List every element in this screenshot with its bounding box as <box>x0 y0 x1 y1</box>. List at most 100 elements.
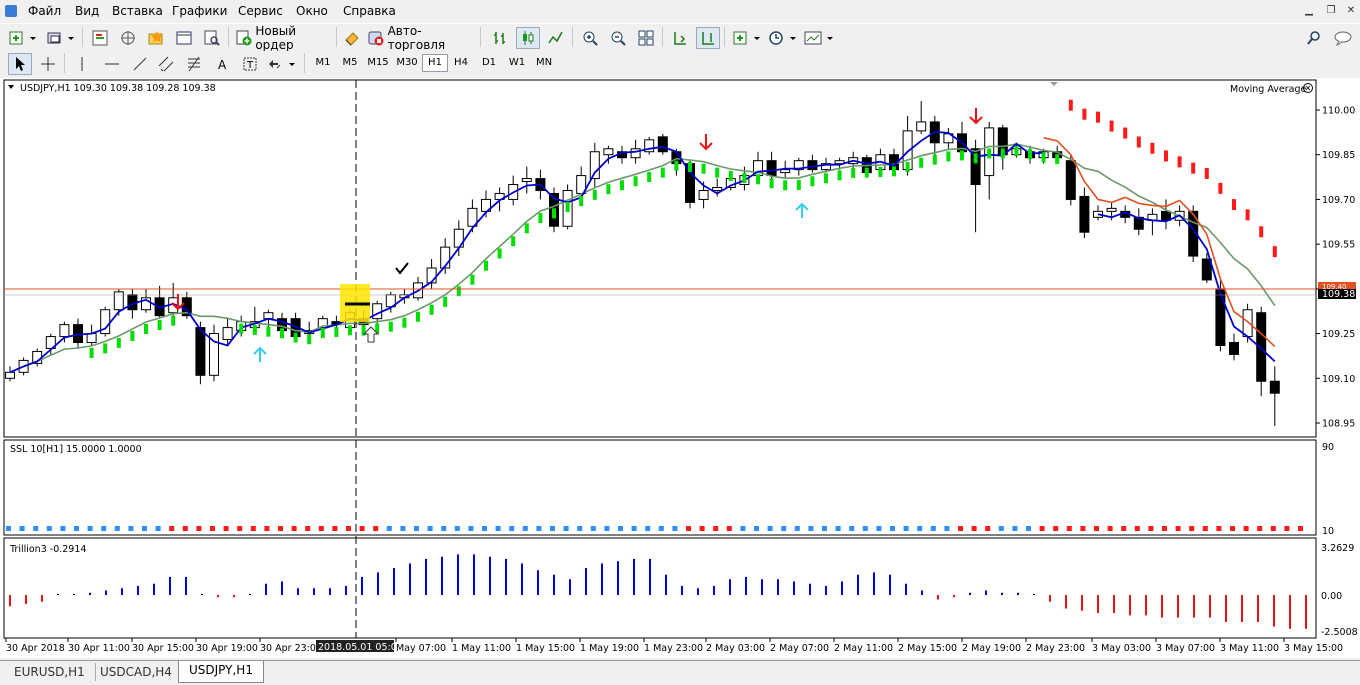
menu-window[interactable]: Окно <box>296 4 328 18</box>
stop-marker-green <box>1000 148 1005 159</box>
tab-usdcad[interactable]: USDCAD,H4 <box>90 663 183 681</box>
metaeditor-icon[interactable] <box>340 27 364 49</box>
stop-marker-red <box>1245 209 1250 221</box>
tf-w1[interactable]: W1 <box>505 54 529 72</box>
tester-icon[interactable] <box>200 27 224 49</box>
stop-marker-green <box>416 311 420 322</box>
stop-marker-red <box>1191 162 1196 174</box>
stop-marker-red <box>1082 108 1087 120</box>
horizontal-line-icon[interactable] <box>100 53 124 75</box>
line-chart-icon[interactable] <box>544 27 568 49</box>
zoom-in-icon[interactable] <box>578 27 602 49</box>
arrows-button[interactable] <box>264 53 300 75</box>
ssl-dot <box>237 526 243 531</box>
ssl-dot <box>1080 526 1086 531</box>
ssl-dot <box>781 526 787 531</box>
stop-marker-green <box>565 202 570 213</box>
close-icon[interactable]: ✕ <box>1344 4 1358 17</box>
autoscroll-icon[interactable] <box>668 27 692 49</box>
menu-file[interactable]: Файл <box>28 4 61 18</box>
ssl-dot <box>740 526 746 531</box>
app-icon[interactable] <box>5 5 17 17</box>
tile-windows-icon[interactable] <box>634 27 658 49</box>
tf-mn[interactable]: MN <box>532 54 556 72</box>
ssl-dot <box>386 526 392 531</box>
fibonacci-icon[interactable] <box>182 53 206 75</box>
ssl-dot <box>1162 526 1167 531</box>
time-label: 30 Apr 2018 <box>6 643 65 654</box>
menu-view[interactable]: Вид <box>75 4 99 18</box>
search-icon[interactable] <box>1302 27 1326 49</box>
price-tick-label: 109.25 <box>1322 329 1355 340</box>
vertical-line-icon[interactable] <box>70 53 94 75</box>
minimize-icon[interactable]: ▁ <box>1302 4 1316 17</box>
tf-h1[interactable]: H1 <box>422 54 448 72</box>
periods-button[interactable] <box>766 27 800 49</box>
templates-button[interactable] <box>802 27 838 49</box>
channel-icon[interactable] <box>154 53 178 75</box>
stop-marker-green <box>388 321 393 332</box>
svg-text:A: A <box>218 58 227 72</box>
stop-marker-green <box>239 323 244 334</box>
bar-chart-icon[interactable] <box>488 27 512 49</box>
menu-insert[interactable]: Вставка <box>112 4 163 18</box>
stop-marker-green <box>552 208 556 219</box>
ssl-dot <box>1148 526 1154 531</box>
navigator-icon[interactable] <box>116 27 140 49</box>
tf-d1[interactable]: D1 <box>477 54 501 72</box>
stop-marker-green <box>905 162 910 173</box>
price-chart[interactable]: USDJPY,H1 109.30 109.38 109.28 109.38 Mo… <box>0 78 1360 658</box>
stop-marker-green <box>334 326 339 337</box>
market-watch-icon[interactable] <box>88 27 112 49</box>
ssl-dot <box>536 526 542 531</box>
new-chart-button[interactable] <box>6 27 40 49</box>
text-label-icon[interactable]: T <box>238 53 262 75</box>
ssl-dot <box>699 526 705 531</box>
tf-m15[interactable]: M15 <box>365 54 391 72</box>
stop-marker-green <box>742 172 747 183</box>
candlestick-icon[interactable] <box>516 27 540 49</box>
zoom-out-icon[interactable] <box>606 27 630 49</box>
favorites-icon[interactable] <box>144 27 168 49</box>
new-order-icon <box>236 30 252 46</box>
ssl-dot <box>930 526 936 531</box>
ssl-dot <box>944 526 950 531</box>
restore-icon[interactable]: ❐ <box>1324 4 1338 17</box>
tf-m30[interactable]: M30 <box>394 54 420 72</box>
auto-trading-button[interactable]: Авто-торговля <box>366 24 478 52</box>
profiles-button[interactable] <box>44 27 78 49</box>
tab-eurusd[interactable]: EURUSD,H1 <box>4 663 96 681</box>
menu-help[interactable]: Справка <box>343 4 396 18</box>
stop-marker-green <box>252 324 257 335</box>
indicators-button[interactable] <box>730 27 764 49</box>
chart-shift-icon[interactable] <box>696 27 720 49</box>
stop-marker-green <box>103 343 108 354</box>
ssl-dot <box>346 526 351 531</box>
tf-m1[interactable]: M1 <box>311 54 335 72</box>
menu-tools[interactable]: Сервис <box>238 4 283 18</box>
stop-marker-green <box>660 167 665 178</box>
tf-m5[interactable]: M5 <box>338 54 362 72</box>
ssl-dot <box>74 526 79 531</box>
new-order-button[interactable]: Новый ордер <box>234 24 336 52</box>
tf-h4[interactable]: H4 <box>449 54 473 72</box>
ssl-dot <box>631 526 637 531</box>
crosshair-icon[interactable] <box>36 53 60 75</box>
ssl-dot <box>114 526 120 531</box>
stop-marker-green <box>688 162 692 173</box>
ssl-dot <box>522 526 528 531</box>
ssl-dot <box>223 526 229 531</box>
ssl-dot <box>590 526 596 531</box>
time-label: 2 May 03:00 <box>706 643 765 654</box>
stop-marker-green <box>524 223 529 234</box>
candle-body <box>630 148 641 159</box>
text-icon[interactable]: A <box>210 53 234 75</box>
menu-charts[interactable]: Графики <box>172 4 227 18</box>
cursor-icon[interactable] <box>8 53 32 75</box>
ssl-dot <box>618 526 623 531</box>
tab-usdjpy[interactable]: USDJPY,H1 <box>178 661 264 683</box>
trendline-icon[interactable] <box>128 53 152 75</box>
ssl-dot <box>794 526 800 531</box>
chat-icon[interactable] <box>1330 27 1356 49</box>
terminal-icon[interactable] <box>172 27 196 49</box>
